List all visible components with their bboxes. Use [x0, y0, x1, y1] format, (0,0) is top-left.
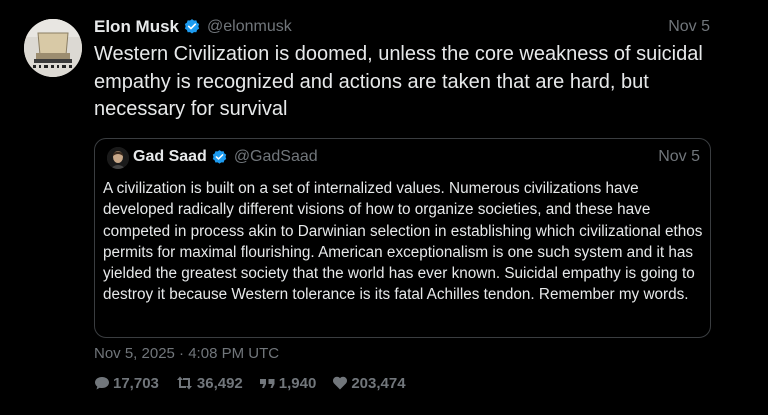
quote-author-avatar[interactable] [107, 147, 129, 169]
quote-header: Gad Saad @GadSaad Nov 5 [133, 146, 700, 168]
retweet-count: 36,492 [196, 374, 243, 392]
quote-author-handle[interactable]: @GadSaad [234, 148, 318, 166]
like-count: 203,474 [351, 374, 406, 392]
tweet-text: Western Civilization is doomed, unless t… [94, 43, 703, 120]
tweet-timestamp[interactable]: Nov 5, 2025 · 4:08 PM UTC [94, 345, 279, 362]
tweet[interactable]: Elon Musk @elonmusk Nov 5 Western Civili… [0, 0, 768, 415]
quote-text: A civilization is built on a set of inte… [103, 180, 703, 304]
reply-count: 17,703 [113, 374, 159, 392]
author-handle[interactable]: @elonmusk [207, 18, 292, 36]
reply-icon [94, 375, 113, 391]
quote-date[interactable]: Nov 5 [658, 148, 700, 166]
quote-stat[interactable]: 1,940 [259, 374, 317, 392]
heart-icon [332, 375, 351, 391]
author-name[interactable]: Elon Musk [94, 17, 179, 37]
tweet-header: Elon Musk @elonmusk Nov 5 [94, 15, 710, 39]
tweet-date[interactable]: Nov 5 [668, 18, 710, 36]
tweet-stats: 17,703 36,492 1,940 203,474 [94, 373, 422, 393]
quote-author-name[interactable]: Gad Saad [133, 148, 207, 166]
retweet-icon [175, 375, 197, 391]
quoted-tweet[interactable]: Gad Saad @GadSaad Nov 5 A civilization i… [94, 138, 711, 338]
quote-count: 1,940 [278, 374, 317, 392]
quote-verified-badge-icon [211, 149, 228, 166]
author-avatar[interactable] [24, 19, 82, 77]
verified-badge-icon [183, 18, 201, 36]
retweet-stat[interactable]: 36,492 [175, 375, 243, 392]
quote-icon [259, 375, 279, 391]
like-stat[interactable]: 203,474 [332, 374, 406, 392]
reply-stat[interactable]: 17,703 [94, 375, 159, 392]
